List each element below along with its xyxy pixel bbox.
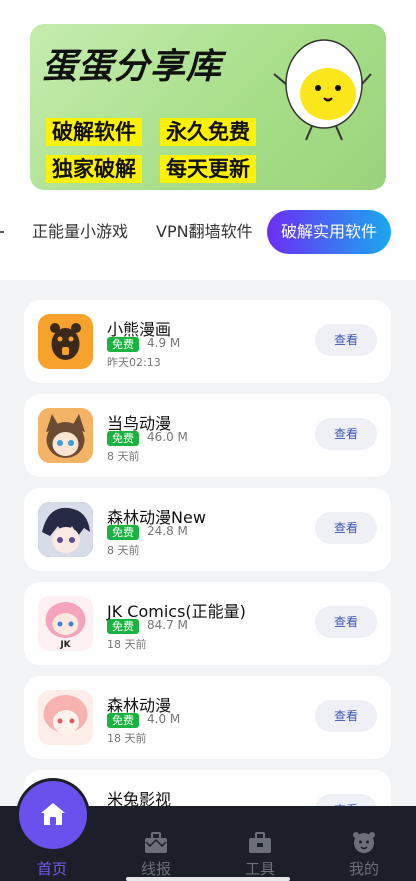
app-size: 4.0 M — [147, 712, 181, 726]
egg-mascot-icon — [273, 39, 372, 141]
list-item[interactable]: JK JK Comics(正能量) 免费 84.7 M 18 天前 查看 — [24, 582, 391, 665]
app-date: 昨天02:13 — [107, 356, 161, 369]
banner-tag: 每天更新 — [160, 155, 256, 183]
list-item[interactable]: 森林动漫 免费 4.0 M 18 天前 查看 — [24, 676, 391, 759]
nav-item-news[interactable]: 线报 — [104, 806, 208, 881]
app-date: 18 天前 — [107, 732, 147, 745]
home-icon — [41, 803, 65, 825]
app-size: 24.8 M — [147, 524, 188, 538]
app-size: 84.7 M — [147, 618, 188, 632]
profile-icon — [353, 832, 375, 853]
view-button[interactable]: 查看 — [315, 606, 377, 638]
svg-text:JK: JK — [59, 640, 71, 650]
view-button[interactable]: 查看 — [315, 324, 377, 356]
list-item[interactable]: 小熊漫画 免费 4.9 M 昨天02:13 查看 — [24, 300, 391, 383]
banner-title: 蛋蛋分享库 — [42, 47, 223, 87]
view-button[interactable]: 查看 — [315, 418, 377, 450]
free-badge: 免费 — [107, 525, 139, 540]
app-date: 18 天前 — [107, 638, 147, 651]
category-tabs: 正能量小游戏 VPN翻墙软件 破解实用软件 — [0, 210, 416, 258]
briefcase-icon — [145, 832, 167, 853]
app-date: 8 天前 — [107, 544, 140, 557]
list-item[interactable]: 当鸟动漫 免费 46.0 M 8 天前 查看 — [24, 394, 391, 477]
free-badge: 免费 — [107, 619, 139, 634]
nav-item-tools[interactable]: 工具 — [208, 806, 312, 881]
free-badge: 免费 — [107, 713, 139, 728]
free-badge: 免费 — [107, 431, 139, 446]
home-button[interactable] — [19, 781, 87, 849]
tab-cracked-software[interactable]: 破解实用软件 — [267, 210, 392, 254]
banner-tag: 独家破解 — [46, 155, 142, 183]
free-badge: 免费 — [107, 337, 139, 352]
app-size: 4.9 M — [147, 336, 181, 350]
tab-vpn-software[interactable]: VPN翻墙软件 — [156, 210, 253, 254]
list-item[interactable]: 森林动漫New 免费 24.8 M 8 天前 查看 — [24, 488, 391, 571]
bear-app-icon — [38, 314, 93, 369]
view-button[interactable]: 查看 — [315, 700, 377, 732]
banner-tag: 破解软件 — [46, 118, 142, 146]
anime-girl-fox-icon — [38, 408, 93, 463]
nav-label: 工具 — [244, 860, 275, 878]
header-section: 蛋蛋分享库 破解软件 永久免费 独家破解 每天更新 正能量小游戏 VPN翻墙软件… — [0, 0, 416, 280]
tab-positive-games[interactable]: 正能量小游戏 — [32, 210, 128, 254]
nav-label: 线报 — [140, 860, 171, 878]
view-button[interactable]: 查看 — [315, 512, 377, 544]
nav-item-profile[interactable]: 我的 — [312, 806, 416, 881]
jk-comics-icon: JK — [38, 596, 93, 651]
nav-label: 首页 — [36, 860, 67, 878]
banner-tag: 永久免费 — [160, 118, 256, 146]
anime-boy-icon — [38, 502, 93, 557]
anime-pink-girl-icon — [38, 690, 93, 745]
promo-banner[interactable]: 蛋蛋分享库 破解软件 永久免费 独家破解 每天更新 — [30, 24, 386, 190]
app-size: 46.0 M — [147, 430, 188, 444]
app-date: 8 天前 — [107, 450, 140, 463]
system-home-indicator — [126, 877, 290, 881]
toolbox-icon — [249, 832, 271, 853]
nav-label: 我的 — [348, 860, 379, 878]
